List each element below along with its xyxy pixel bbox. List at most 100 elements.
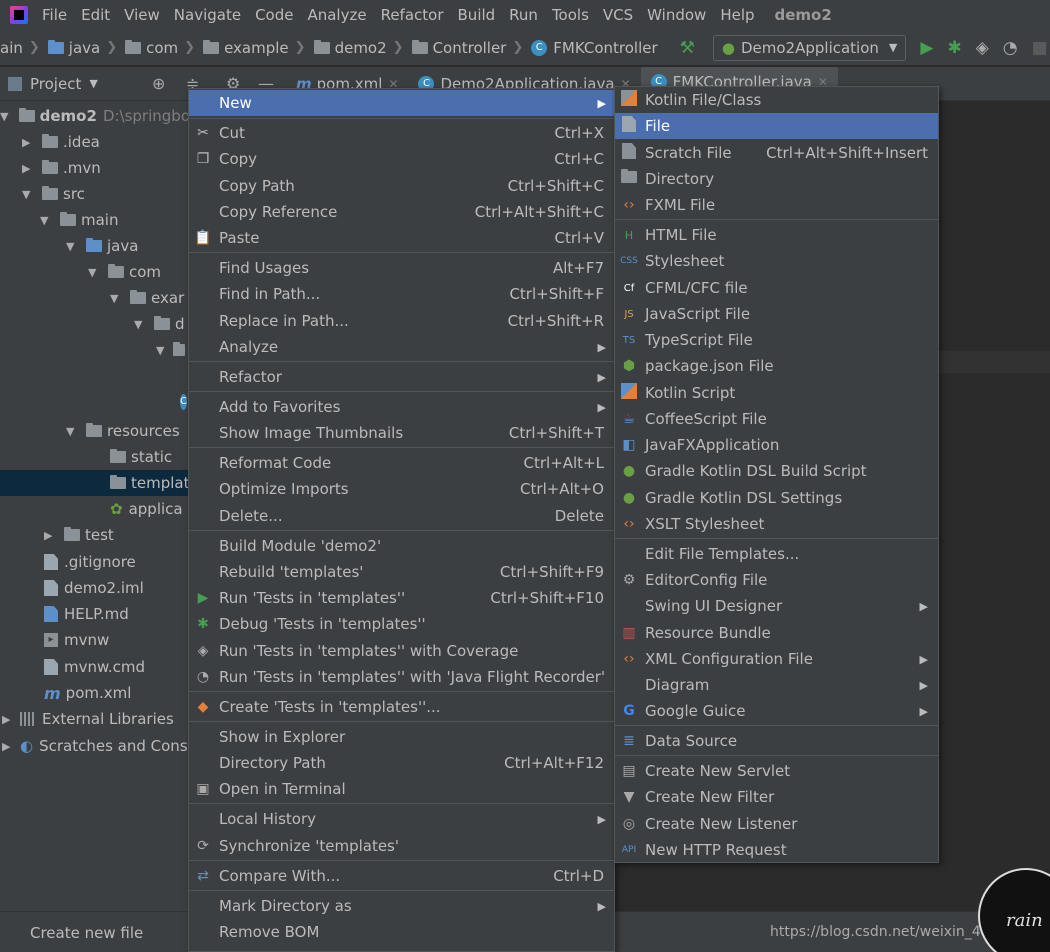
new-item-editorconfig-file[interactable]: ⚙ EditorConfig File xyxy=(615,567,938,593)
menu-item-copy-reference[interactable]: Copy Reference Ctrl+Alt+Shift+C xyxy=(189,199,614,225)
menu-item-build-module[interactable]: Build Module 'demo2' xyxy=(189,533,614,559)
menu-item-cut[interactable]: ✂ Cut Ctrl+X xyxy=(189,120,614,146)
new-item-gradle-build-script[interactable]: ● Gradle Kotlin DSL Build Script xyxy=(615,458,938,484)
breadcrumb-main[interactable]: ain ❯ xyxy=(0,39,48,57)
breadcrumb-fmkcontroller[interactable]: C FMKController xyxy=(531,39,658,57)
menu-navigate[interactable]: Navigate xyxy=(174,6,241,24)
expand-arrow-icon[interactable]: ▶ xyxy=(2,740,16,753)
menu-item-replace-in-path[interactable]: Replace in Path... Ctrl+Shift+R xyxy=(189,308,614,334)
expand-arrow-icon[interactable]: ▼ xyxy=(66,240,80,253)
expand-arrow-icon[interactable]: ▼ xyxy=(66,425,80,438)
menu-file[interactable]: File xyxy=(42,6,67,24)
menu-item-local-history[interactable]: Local History ▶ xyxy=(189,806,614,832)
tree-item-subpackage[interactable]: ▼ xyxy=(0,337,190,363)
tree-item-pom-xml[interactable]: m pom.xml xyxy=(0,680,190,706)
menu-refactor[interactable]: Refactor xyxy=(381,6,444,24)
tree-item-static[interactable]: static xyxy=(0,444,190,470)
new-item-xslt-stylesheet[interactable]: ‹› XSLT Stylesheet xyxy=(615,511,938,537)
build-hammer-icon[interactable]: ⚒ xyxy=(680,38,695,58)
tree-item-mvnw[interactable]: ▸ mvnw xyxy=(0,627,190,653)
run-icon[interactable]: ▶ xyxy=(920,38,933,58)
new-item-xml-configuration-file[interactable]: ‹› XML Configuration File ▶ xyxy=(615,646,938,672)
tree-item-templates[interactable]: templat xyxy=(0,470,190,496)
new-item-new-http-request[interactable]: API New HTTP Request xyxy=(615,837,938,863)
editor-area[interactable] xyxy=(938,101,1050,911)
new-item-package-json[interactable]: ⬢ package.json File xyxy=(615,353,938,379)
expand-arrow-icon[interactable]: ▶ xyxy=(22,162,36,175)
menu-item-find-usages[interactable]: Find Usages Alt+F7 xyxy=(189,255,614,281)
menu-item-delete[interactable]: Delete... Delete xyxy=(189,503,614,529)
breadcrumb-example[interactable]: example ❯ xyxy=(203,39,313,57)
expand-arrow-icon[interactable]: ▶ xyxy=(44,529,58,542)
run-config-selector[interactable]: ● Demo2Application ▼ xyxy=(712,34,907,61)
project-view-selector[interactable]: Project ▼ xyxy=(8,75,98,93)
tree-item-test[interactable]: ▶ test xyxy=(0,522,190,548)
tree-item-example[interactable]: ▼ exar xyxy=(0,285,190,311)
menu-item-show-in-explorer[interactable]: Show in Explorer xyxy=(189,724,614,750)
tree-item-idea[interactable]: ▶ .idea xyxy=(0,129,190,155)
expand-arrow-icon[interactable]: ▼ xyxy=(40,214,54,227)
expand-arrow-icon[interactable]: ▼ xyxy=(156,344,167,357)
new-item-kotlin-file[interactable]: Kotlin File/Class xyxy=(615,87,938,113)
menu-view[interactable]: View xyxy=(124,6,160,24)
expand-arrow-icon[interactable]: ▼ xyxy=(134,318,148,331)
new-item-file[interactable]: File xyxy=(615,113,938,139)
new-item-gradle-settings[interactable]: ● Gradle Kotlin DSL Settings xyxy=(615,485,938,511)
new-item-cfml-file[interactable]: Cf CFML/CFC file xyxy=(615,275,938,301)
new-item-swing-ui-designer[interactable]: Swing UI Designer ▶ xyxy=(615,593,938,619)
tree-item-root[interactable]: ▼ demo2 D:\springbo xyxy=(0,103,190,129)
menu-item-compare-with[interactable]: ⇄ Compare With... Ctrl+D xyxy=(189,863,614,889)
new-item-typescript-file[interactable]: TS TypeScript File xyxy=(615,327,938,353)
menu-item-reformat-code[interactable]: Reformat Code Ctrl+Alt+L xyxy=(189,450,614,476)
locate-icon[interactable]: ⊕ xyxy=(152,74,165,93)
new-item-javafx-application[interactable]: ◧ JavaFXApplication xyxy=(615,432,938,458)
expand-arrow-icon[interactable]: ▶ xyxy=(2,713,16,726)
breadcrumb-demo2[interactable]: demo2 ❯ xyxy=(313,39,412,57)
expand-arrow-icon[interactable]: ▶ xyxy=(22,136,36,149)
menu-code[interactable]: Code xyxy=(255,6,293,24)
menu-item-debug-tests[interactable]: ✱ Debug 'Tests in 'templates'' xyxy=(189,611,614,637)
menu-analyze[interactable]: Analyze xyxy=(307,6,366,24)
menu-run[interactable]: Run xyxy=(509,6,538,24)
menu-window[interactable]: Window xyxy=(647,6,706,24)
menu-item-mark-directory-as[interactable]: Mark Directory as ▶ xyxy=(189,893,614,919)
menu-item-create-tests[interactable]: ◆ Create 'Tests in 'templates''... xyxy=(189,694,614,720)
new-item-stylesheet[interactable]: CSS Stylesheet xyxy=(615,248,938,274)
menu-item-show-image-thumbnails[interactable]: Show Image Thumbnails Ctrl+Shift+T xyxy=(189,420,614,446)
menu-item-rebuild[interactable]: Rebuild 'templates' Ctrl+Shift+F9 xyxy=(189,559,614,585)
menu-item-run-with-coverage[interactable]: ◈ Run 'Tests in 'templates'' with Coverag… xyxy=(189,638,614,664)
tree-item-help-md[interactable]: HELP.md xyxy=(0,601,190,627)
breadcrumb-java[interactable]: java ❯ xyxy=(47,39,125,57)
menu-build[interactable]: Build xyxy=(458,6,496,24)
menu-item-add-to-favorites[interactable]: Add to Favorites ▶ xyxy=(189,394,614,420)
new-item-create-listener[interactable]: ◎ Create New Listener xyxy=(615,811,938,837)
menu-edit[interactable]: Edit xyxy=(81,6,110,24)
new-item-edit-file-templates[interactable]: Edit File Templates... xyxy=(615,541,938,567)
stop-icon[interactable]: ■ xyxy=(1032,38,1048,58)
tree-item-class[interactable]: C xyxy=(0,389,190,415)
tree-item-src[interactable]: ▼ src xyxy=(0,181,190,207)
menu-item-run-tests[interactable]: ▶ Run 'Tests in 'templates'' Ctrl+Shift+F1… xyxy=(189,585,614,611)
menu-item-new[interactable]: New ▶ xyxy=(189,90,614,116)
coverage-icon[interactable]: ◈ xyxy=(976,38,989,58)
debug-icon[interactable]: ✱ xyxy=(947,38,961,58)
menu-item-find-in-path[interactable]: Find in Path... Ctrl+Shift+F xyxy=(189,281,614,307)
menu-item-synchronize[interactable]: ⟳ Synchronize 'templates' xyxy=(189,833,614,859)
menu-item-refactor[interactable]: Refactor ▶ xyxy=(189,364,614,390)
new-item-create-filter[interactable]: ▼ Create New Filter xyxy=(615,784,938,810)
new-item-coffeescript-file[interactable]: ☕ CoffeeScript File xyxy=(615,406,938,432)
menu-item-remove-bom[interactable]: Remove BOM xyxy=(189,919,614,945)
new-item-google-guice[interactable]: G Google Guice ▶ xyxy=(615,698,938,724)
expand-arrow-icon[interactable]: ▼ xyxy=(88,266,102,279)
tree-item-external-libraries[interactable]: ▶ External Libraries xyxy=(0,706,190,732)
tree-item-com[interactable]: ▼ com xyxy=(0,259,190,285)
expand-arrow-icon[interactable]: ▼ xyxy=(0,110,13,123)
menu-item-directory-path[interactable]: Directory Path Ctrl+Alt+F12 xyxy=(189,750,614,776)
menu-tools[interactable]: Tools xyxy=(552,6,589,24)
new-item-directory[interactable]: Directory xyxy=(615,166,938,192)
menu-item-analyze[interactable]: Analyze ▶ xyxy=(189,334,614,360)
tree-item-mvnw-cmd[interactable]: mvnw.cmd xyxy=(0,654,190,680)
menu-item-run-with-jfr[interactable]: ◔ Run 'Tests in 'templates'' with 'Java F… xyxy=(189,664,614,690)
tree-item-resources[interactable]: ▼ resources xyxy=(0,418,190,444)
new-item-scratch-file[interactable]: Scratch File Ctrl+Alt+Shift+Insert xyxy=(615,140,938,166)
